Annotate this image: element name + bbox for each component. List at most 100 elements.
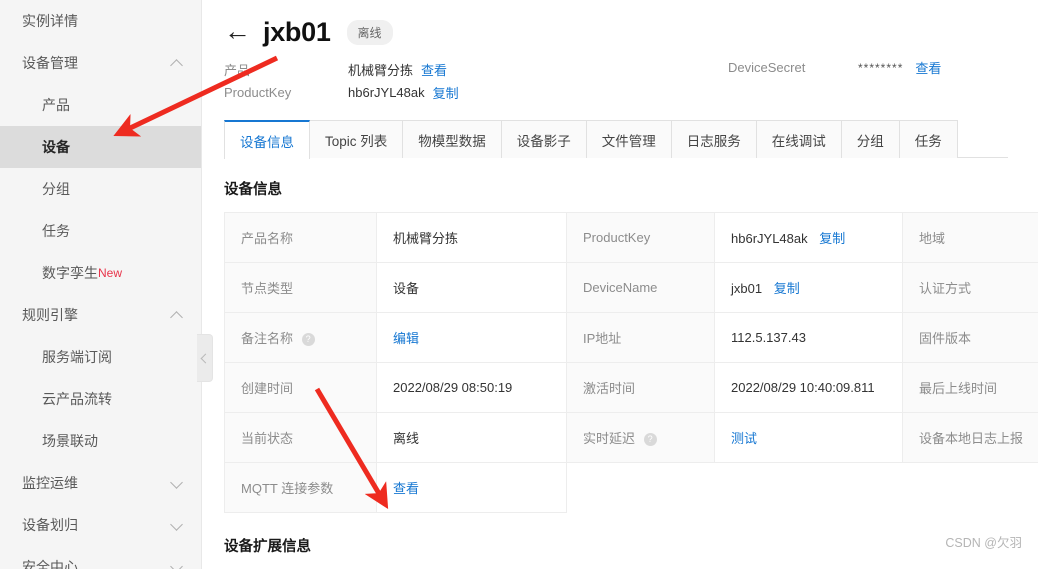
sidebar-item-cloud-product-flow[interactable]: 云产品流转 xyxy=(0,378,201,420)
sidebar-navigation: 实例详情 设备管理 产品 设备 分组 任务 数字孪生 New 规则引擎 服务端订… xyxy=(0,0,202,569)
copy-productkey-cell-link[interactable]: 复制 xyxy=(819,231,845,246)
sidebar-group-monitoring-ops[interactable]: 监控运维 xyxy=(0,462,201,504)
sidebar-item-tasks[interactable]: 任务 xyxy=(0,210,201,252)
sidebar-group-device-management[interactable]: 设备管理 xyxy=(0,42,201,84)
meta-row-productkey: ProductKey hb6rJYL48ak 复制 xyxy=(224,81,1038,104)
tab-topic-list[interactable]: Topic 列表 xyxy=(310,120,404,158)
meta-value: 机械臂分拣 xyxy=(348,63,414,78)
view-devicesecret-link[interactable]: 查看 xyxy=(915,58,941,77)
tab-device-info[interactable]: 设备信息 xyxy=(224,120,310,159)
sidebar-group-rules-engine[interactable]: 规则引擎 xyxy=(0,294,201,336)
cell-empty xyxy=(715,463,903,513)
cell-label-activate-time: 激活时间 xyxy=(566,362,715,413)
section-title-device-extended-info: 设备扩展信息 xyxy=(224,539,311,555)
sidebar-item-digital-twin[interactable]: 数字孪生 New xyxy=(0,252,201,294)
device-info-table: 产品名称 机械臂分拣 ProductKey hb6rJYL48ak 复制 地域 … xyxy=(224,212,1038,513)
tab-groups[interactable]: 分组 xyxy=(841,120,900,158)
sidebar-item-instance-detail[interactable]: 实例详情 xyxy=(0,0,201,42)
sidebar-item-label: 规则引擎 xyxy=(22,307,78,323)
sidebar-group-device-assignment[interactable]: 设备划归 xyxy=(0,504,201,546)
meta-label: DeviceSecret xyxy=(728,60,806,75)
tab-tasks[interactable]: 任务 xyxy=(899,120,958,158)
tab-file-management[interactable]: 文件管理 xyxy=(586,120,672,158)
sidebar-item-devices[interactable]: 设备 xyxy=(0,126,201,168)
tab-thing-model-data[interactable]: 物模型数据 xyxy=(403,120,502,158)
devicesecret-masked-value: ******** xyxy=(858,60,904,75)
table-row: 节点类型 设备 DeviceName jxb01 复制 认证方式 xyxy=(224,262,1038,313)
main-content: ← jxb01 离线 产品 机械臂分拣 查看 ProductKey hb6rJY… xyxy=(202,0,1038,569)
sidebar-group-security-center[interactable]: 安全中心 xyxy=(0,546,201,569)
cell-label-auth-method: 认证方式 xyxy=(902,262,1038,313)
productkey-value: hb6rJYL48ak xyxy=(731,231,808,246)
cell-value-ip-address: 112.5.137.43 xyxy=(714,312,903,363)
table-row: 备注名称 ? 编辑 IP地址 112.5.137.43 固件版本 xyxy=(224,312,1038,363)
page-title: jxb01 xyxy=(263,17,331,47)
sidebar-item-label: 实例详情 xyxy=(22,13,78,29)
cell-value-node-type: 设备 xyxy=(376,262,567,313)
cell-value-create-time: 2022/08/29 08:50:19 xyxy=(376,362,567,413)
chevron-left-icon xyxy=(200,353,211,363)
help-icon[interactable]: ? xyxy=(301,333,315,347)
tab-log-service[interactable]: 日志服务 xyxy=(671,120,757,158)
sidebar-item-label: 服务端订阅 xyxy=(42,349,112,365)
table-row: 当前状态 离线 实时延迟 ? 测试 设备本地日志上报 xyxy=(224,412,1038,463)
view-product-link[interactable]: 查看 xyxy=(421,60,447,79)
table-row: 创建时间 2022/08/29 08:50:19 激活时间 2022/08/29… xyxy=(224,362,1038,413)
meta-label: ProductKey xyxy=(224,85,292,100)
cell-label-realtime-latency: 实时延迟 ? xyxy=(566,412,715,463)
watermark-text: CSDN @欠羽 xyxy=(945,536,1022,550)
cell-value-mqtt-params: 查看 xyxy=(376,462,567,513)
cell-label-region: 地域 xyxy=(902,212,1038,263)
new-badge: New xyxy=(98,266,123,280)
cell-value-devicename: jxb01 复制 xyxy=(714,262,903,313)
cell-empty xyxy=(567,463,715,513)
sidebar-collapse-handle[interactable] xyxy=(197,334,213,382)
sidebar-item-groups[interactable]: 分组 xyxy=(0,168,201,210)
cell-value-current-status: 离线 xyxy=(376,412,567,463)
chevron-down-icon xyxy=(171,561,183,569)
table-row: MQTT 连接参数 查看 xyxy=(224,462,1038,513)
sidebar-item-products[interactable]: 产品 xyxy=(0,84,201,126)
sidebar-item-label: 设备划归 xyxy=(22,517,78,533)
cell-label-product-name: 产品名称 xyxy=(224,212,377,263)
tab-online-debug[interactable]: 在线调试 xyxy=(756,120,842,158)
table-row: 产品名称 机械臂分拣 ProductKey hb6rJYL48ak 复制 地域 xyxy=(224,212,1038,263)
chevron-up-icon xyxy=(171,309,183,321)
status-badge: 离线 xyxy=(346,20,393,45)
sidebar-item-label: 设备管理 xyxy=(22,55,78,71)
chevron-down-icon xyxy=(171,477,183,489)
tab-device-shadow[interactable]: 设备影子 xyxy=(501,120,587,158)
cell-empty xyxy=(903,463,1038,513)
cell-value-productkey: hb6rJYL48ak 复制 xyxy=(714,212,903,263)
cell-label-current-status: 当前状态 xyxy=(224,412,377,463)
sidebar-item-label: 分组 xyxy=(42,181,70,197)
cell-value-realtime-latency: 测试 xyxy=(714,412,903,463)
edit-remark-name-link[interactable]: 编辑 xyxy=(393,331,419,346)
cell-value-remark-name: 编辑 xyxy=(376,312,567,363)
cell-label-last-online-time: 最后上线时间 xyxy=(902,362,1038,413)
cell-label-node-type: 节点类型 xyxy=(224,262,377,313)
device-detail-page: 实例详情 设备管理 产品 设备 分组 任务 数字孪生 New 规则引擎 服务端订… xyxy=(0,0,1038,569)
copy-devicename-link[interactable]: 复制 xyxy=(774,281,800,296)
cell-label-local-log-report: 设备本地日志上报 xyxy=(902,412,1038,463)
back-arrow-icon[interactable]: ← xyxy=(224,18,251,45)
cell-label-create-time: 创建时间 xyxy=(224,362,377,413)
sidebar-item-scene-linkage[interactable]: 场景联动 xyxy=(0,420,201,462)
sidebar-item-server-subscription[interactable]: 服务端订阅 xyxy=(0,336,201,378)
meta-value: hb6rJYL48ak xyxy=(348,85,425,100)
help-icon[interactable]: ? xyxy=(643,433,657,447)
realtime-latency-label: 实时延迟 xyxy=(583,431,636,446)
cell-value-product-name: 机械臂分拣 xyxy=(376,212,567,263)
sidebar-item-label: 安全中心 xyxy=(22,559,78,569)
sidebar-item-label: 场景联动 xyxy=(42,433,98,449)
latency-test-link[interactable]: 测试 xyxy=(731,431,757,446)
cell-label-remark-name: 备注名称 ? xyxy=(224,312,377,363)
page-header: ← jxb01 离线 xyxy=(224,17,1038,48)
sidebar-item-label: 监控运维 xyxy=(22,475,78,491)
header-meta: 产品 机械臂分拣 查看 ProductKey hb6rJYL48ak 复制 De… xyxy=(224,58,1038,106)
copy-productkey-link[interactable]: 复制 xyxy=(433,83,459,102)
chevron-up-icon xyxy=(171,57,183,69)
view-mqtt-params-link[interactable]: 查看 xyxy=(393,481,419,496)
sidebar-item-label: 任务 xyxy=(42,223,70,239)
cell-label-mqtt-params: MQTT 连接参数 xyxy=(224,462,377,513)
